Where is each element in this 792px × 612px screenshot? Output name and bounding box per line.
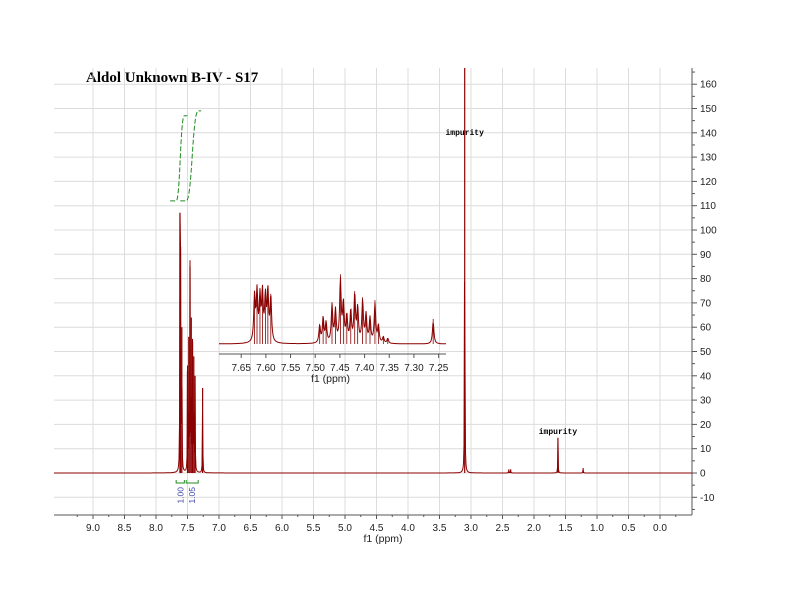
y-tick-label: 130 bbox=[700, 153, 717, 164]
y-tick-label: 80 bbox=[700, 274, 712, 285]
inset-x-axis-label: f1 (ppm) bbox=[311, 373, 350, 385]
inset-x-tick-label: 7.30 bbox=[404, 363, 424, 374]
y-tick-label: 120 bbox=[700, 177, 717, 188]
y-tick-label: 40 bbox=[700, 371, 712, 382]
y-tick-label: 50 bbox=[700, 347, 712, 358]
x-tick-label: 1.5 bbox=[559, 523, 573, 534]
x-tick-label: 3.5 bbox=[433, 523, 447, 534]
y-tick-label: 150 bbox=[700, 104, 717, 115]
x-tick-label: 7.5 bbox=[181, 523, 195, 534]
x-tick-label: 0.0 bbox=[653, 523, 667, 534]
x-tick-label: 5.5 bbox=[307, 523, 321, 534]
y-axis: -10 0 10 20 30 40 50 60 70 80 90 100 110 120 130 140 150… bbox=[691, 68, 717, 515]
y-tick-label: 140 bbox=[700, 128, 717, 139]
nmr-spectrum-chart: -10 0 10 20 30 40 50 60 70 80 90 100 110 120 130 140 150… bbox=[54, 68, 717, 545]
y-tick-label: 100 bbox=[700, 226, 717, 237]
y-tick-label: 90 bbox=[700, 250, 712, 261]
y-tick-label: 60 bbox=[700, 323, 712, 334]
inset-x-tick-label: 7.25 bbox=[429, 363, 449, 374]
y-tick-label: -10 bbox=[700, 493, 715, 504]
x-tick-label: 7.0 bbox=[212, 523, 226, 534]
inset-x-tick-label: 7.35 bbox=[380, 363, 400, 374]
integral-value-1: 1.05 bbox=[187, 487, 197, 504]
integral-bracket-0 bbox=[175, 480, 185, 484]
inset-x-tick-label: 7.55 bbox=[281, 363, 301, 374]
inset-x-tick-label: 7.65 bbox=[231, 363, 251, 374]
x-tick-label: 1.0 bbox=[590, 523, 604, 534]
inset-spectrum-line bbox=[219, 277, 446, 345]
integrals-layer: 1.00 1.05 bbox=[170, 110, 202, 504]
x-tick-label: 2.5 bbox=[496, 523, 510, 534]
x-tick-label: 3.0 bbox=[464, 523, 478, 534]
x-tick-label: 5.0 bbox=[338, 523, 352, 534]
x-tick-label: 6.0 bbox=[275, 523, 289, 534]
x-tick-label: 4.0 bbox=[401, 523, 415, 534]
y-tick-label: 30 bbox=[700, 396, 712, 407]
x-tick-label: 2.0 bbox=[527, 523, 541, 534]
y-tick-label: 110 bbox=[700, 201, 716, 212]
integral-curve-1 bbox=[180, 110, 202, 202]
x-tick-label: 8.5 bbox=[118, 523, 132, 534]
grid-lines bbox=[54, 68, 692, 515]
inset-x-tick-label: 7.60 bbox=[256, 363, 276, 374]
inset-zoom: 7.65 7.60 7.55 7.50 7.45 7.40 7.35 7.30 7.25f1 (… bbox=[219, 274, 449, 385]
y-tick-label: 10 bbox=[700, 444, 712, 455]
y-tick-label: 20 bbox=[700, 420, 712, 431]
peak-annotation-0: impurity bbox=[445, 129, 484, 138]
inset-x-tick-label: 7.40 bbox=[355, 363, 375, 374]
x-axis: 9.0 8.5 8.0 7.5 7.0 6.5 6.0 5.5 5.0 4.5 4.0 3.5 3.0 2… bbox=[54, 514, 692, 545]
integral-curve-0 bbox=[170, 115, 188, 202]
spectrum-line bbox=[54, 212, 692, 474]
x-tick-label: 9.0 bbox=[86, 523, 100, 534]
y-tick-label: 0 bbox=[700, 469, 706, 480]
integral-bracket-1 bbox=[185, 480, 199, 484]
peak-annotation-1: impurity bbox=[539, 428, 578, 437]
y-tick-label: 70 bbox=[700, 298, 712, 309]
x-axis-label: f1 (ppm) bbox=[363, 533, 402, 545]
y-tick-label: 160 bbox=[700, 80, 717, 91]
x-tick-label: 0.5 bbox=[622, 523, 636, 534]
x-tick-label: 8.0 bbox=[149, 523, 163, 534]
x-tick-label: 6.5 bbox=[244, 523, 258, 534]
spectrum-layer bbox=[54, 68, 692, 474]
integral-value-0: 1.00 bbox=[175, 487, 185, 504]
